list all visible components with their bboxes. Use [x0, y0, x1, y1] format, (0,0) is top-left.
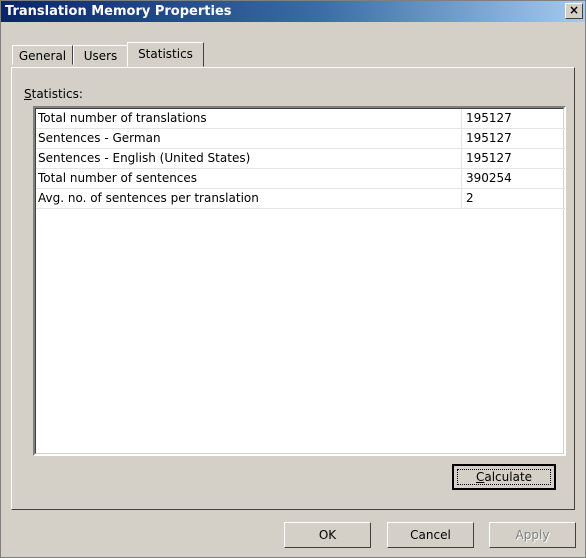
- row-value: 195127: [466, 151, 512, 165]
- tab-users-label: Users: [83, 49, 118, 63]
- table-row[interactable]: Total number of sentences 390254: [36, 169, 565, 189]
- ok-label: OK: [318, 528, 337, 542]
- tab-statistics-label: Statistics: [138, 47, 193, 61]
- row-name: Avg. no. of sentences per translation: [36, 189, 462, 208]
- statistics-label: Statistics:: [24, 87, 83, 101]
- close-button[interactable]: ×: [565, 3, 583, 19]
- table-row[interactable]: Sentences - German 195127: [36, 129, 565, 149]
- focus-rect: [457, 469, 551, 485]
- ok-button[interactable]: OK: [284, 522, 371, 548]
- statistics-list-body: Total number of translations 195127 Sent…: [35, 108, 565, 454]
- row-value: 2: [466, 191, 474, 205]
- tab-general[interactable]: General: [12, 45, 73, 65]
- apply-label: Apply: [515, 528, 550, 542]
- title-bar: Translation Memory Properties: [1, 1, 585, 22]
- cancel-label: Cancel: [410, 528, 451, 542]
- tab-users[interactable]: Users: [73, 45, 128, 65]
- row-name: Sentences - German: [36, 129, 462, 148]
- calculate-button[interactable]: Calculate: [452, 464, 556, 490]
- close-icon: ×: [568, 3, 580, 17]
- row-value: 195127: [466, 111, 512, 125]
- tab-statistics[interactable]: Statistics: [127, 42, 204, 67]
- dialog-window: Translation Memory Properties × General …: [0, 0, 586, 558]
- cancel-button[interactable]: Cancel: [387, 522, 474, 548]
- table-row[interactable]: Avg. no. of sentences per translation 2: [36, 189, 565, 209]
- table-row[interactable]: Total number of translations 195127: [36, 109, 565, 129]
- window-title: Translation Memory Properties: [5, 4, 232, 19]
- row-name: Sentences - English (United States): [36, 149, 462, 168]
- row-name: Total number of translations: [36, 109, 462, 128]
- table-row[interactable]: Sentences - English (United States) 1951…: [36, 149, 565, 169]
- tab-general-label: General: [18, 49, 67, 63]
- apply-button[interactable]: Apply: [489, 522, 576, 548]
- row-value: 390254: [466, 171, 512, 185]
- row-name: Total number of sentences: [36, 169, 462, 188]
- row-value: 195127: [466, 131, 512, 145]
- statistics-list[interactable]: Total number of translations 195127 Sent…: [33, 106, 566, 456]
